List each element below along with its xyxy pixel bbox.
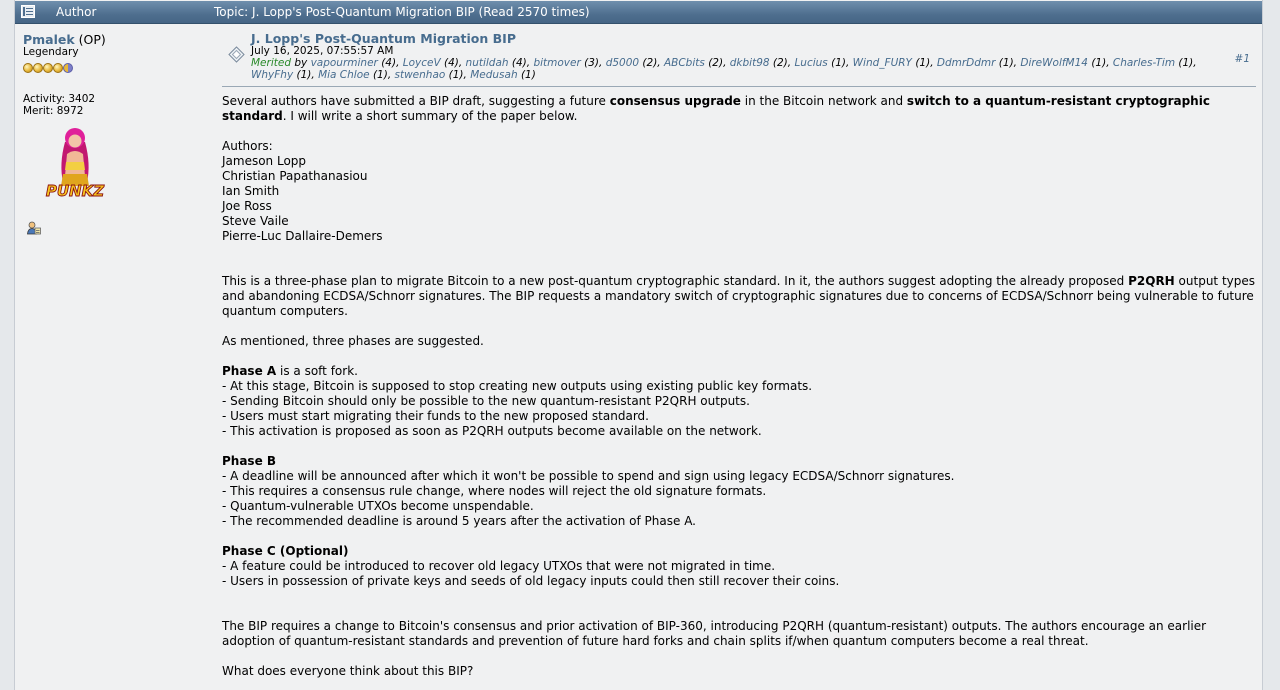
merited-label: Merited <box>251 57 291 69</box>
merit-user-link[interactable]: Medusah <box>470 69 517 81</box>
author-name: Christian Papathanasiou <box>222 169 368 183</box>
author-name: Ian Smith <box>222 184 280 198</box>
merit-count: (1), <box>293 69 319 81</box>
phase-b-item: - Quantum-vulnerable UTXOs become unspen… <box>222 499 534 513</box>
author-name: Jameson Lopp <box>222 154 307 168</box>
merited-by-list: Merited by vapourminer (4), LoyceV (4), … <box>251 57 1231 81</box>
merit-user-link[interactable]: Lucius <box>794 57 827 69</box>
author-name: Pierre-Luc Dallaire-Demers <box>222 229 383 243</box>
op-tag: (OP) <box>74 32 106 47</box>
merit-user-link[interactable]: DdmrDdmr <box>937 57 996 69</box>
phase-a-item: - Users must start migrating their funds… <box>222 409 649 423</box>
phase-b-item: - A deadline will be announced after whi… <box>222 469 955 483</box>
phase-b-list: - A deadline will be announced after whi… <box>222 469 1256 529</box>
topic-icon <box>21 5 35 18</box>
author-name: Steve Vaile <box>222 214 289 228</box>
phase-c-heading: Phase C (Optional) <box>222 544 349 558</box>
merit-count: (1) <box>517 69 536 81</box>
merited-by-text: by <box>291 57 311 69</box>
topic-title: Topic: J. Lopp's Post-Quantum Migration … <box>214 5 590 19</box>
phase-a-item: - At this stage, Bitcoin is supposed to … <box>222 379 813 393</box>
merit-user-link[interactable]: LoyceV <box>403 57 441 69</box>
poster-rank: Legendary <box>23 46 79 58</box>
phase-b-item: - This requires a consensus rule change,… <box>222 484 767 498</box>
merit-user-link[interactable]: dkbit98 <box>730 57 770 69</box>
star-icon <box>33 63 43 73</box>
merit-count: (1), <box>995 57 1021 69</box>
merit-user-link[interactable]: stwenhao <box>395 69 446 81</box>
merit-count: (1), <box>1087 57 1113 69</box>
merit-count: (4), <box>508 57 534 69</box>
phase-c-list: - A feature could be introduced to recov… <box>222 559 1256 589</box>
phase-c-item: - A feature could be introduced to recov… <box>222 559 776 573</box>
merit-user-link[interactable]: ABCbits <box>664 57 705 69</box>
merit-user-link[interactable]: WhyFhy <box>251 69 293 81</box>
merit-count: (1), <box>911 57 937 69</box>
plan-paragraph: This is a three-phase plan to migrate Bi… <box>222 274 1256 318</box>
merit-count: (4), <box>377 57 403 69</box>
phase-b-item: - The recommended deadline is around 5 y… <box>222 514 696 528</box>
post-date: July 16, 2025, 07:55:57 AM <box>251 45 394 57</box>
phase-a-heading: Phase A is a soft fork. <box>222 364 358 378</box>
post-icon <box>228 46 245 63</box>
authors-label: Authors: <box>222 139 273 153</box>
post-divider <box>222 86 1256 87</box>
star-icon <box>23 63 33 73</box>
merit-user-link[interactable]: Charles-Tim <box>1113 57 1175 69</box>
merit-users: vapourminer (4), LoyceV (4), nutildah (4… <box>251 57 1197 81</box>
star-icon <box>43 63 53 73</box>
merit-stat: Merit: 8972 <box>23 105 84 117</box>
merit-user-link[interactable]: nutildah <box>466 57 509 69</box>
svg-text:PUNKZ: PUNKZ <box>46 182 105 200</box>
merit-user-link[interactable]: d5000 <box>606 57 639 69</box>
merit-count: (1), <box>369 69 395 81</box>
question-line: What does everyone think about this BIP? <box>222 664 474 678</box>
phase-c-item: - Users in possession of private keys an… <box>222 574 840 588</box>
phase-b-heading: Phase B <box>222 454 277 468</box>
merit-count: (4), <box>440 57 466 69</box>
forum-thread: Author Topic: J. Lopp's Post-Quantum Mig… <box>14 0 1263 690</box>
merit-count: (2), <box>639 57 664 69</box>
rank-stars <box>23 58 73 73</box>
merit-user-link[interactable]: Mia Chloe <box>318 69 370 81</box>
phase-a-item: - This activation is proposed as soon as… <box>222 424 762 438</box>
mentioned-line: As mentioned, three phases are suggested… <box>222 334 484 348</box>
phase-a-list: - At this stage, Bitcoin is supposed to … <box>222 379 1256 439</box>
thread-header-bar: Author Topic: J. Lopp's Post-Quantum Mig… <box>15 1 1262 24</box>
author-column-label: Author <box>56 5 97 19</box>
merit-count: (2), <box>769 57 795 69</box>
merit-count: (3), <box>580 57 606 69</box>
merit-user-link[interactable]: Wind_FURY <box>853 57 912 69</box>
post-number-link[interactable]: #1 <box>1235 53 1250 65</box>
half-star-icon <box>63 63 73 73</box>
merit-count: (2), <box>704 57 730 69</box>
post-title-link[interactable]: J. Lopp's Post-Quantum Migration BIP <box>251 31 516 46</box>
merit-count: (1), <box>445 69 471 81</box>
activity-stat: Activity: 3402 <box>23 93 96 105</box>
intro-paragraph: Several authors have submitted a BIP dra… <box>222 94 1210 123</box>
authors-list: Jameson Lopp Christian Papathanasiou Ian S… <box>222 154 1256 244</box>
closing-paragraph: The BIP requires a change to Bitcoin's c… <box>222 619 1207 648</box>
post-body: Several authors have submitted a BIP dra… <box>222 94 1256 679</box>
merit-user-link[interactable]: bitmover <box>533 57 580 69</box>
star-icon <box>53 63 63 73</box>
merit-count: (1), <box>827 57 853 69</box>
poster-username[interactable]: Pmalek <box>23 32 75 47</box>
avatar: PUNKZ <box>45 128 106 200</box>
merit-user-link[interactable]: vapourminer <box>311 57 378 69</box>
merit-user-link[interactable]: DireWolfM14 <box>1020 57 1088 69</box>
author-name: Joe Ross <box>222 199 272 213</box>
poster-name[interactable]: Pmalek (OP) <box>23 32 106 47</box>
merit-count: (1), <box>1175 57 1197 69</box>
phase-a-item: - Sending Bitcoin should only be possibl… <box>222 394 750 408</box>
profile-icon[interactable] <box>27 221 41 235</box>
